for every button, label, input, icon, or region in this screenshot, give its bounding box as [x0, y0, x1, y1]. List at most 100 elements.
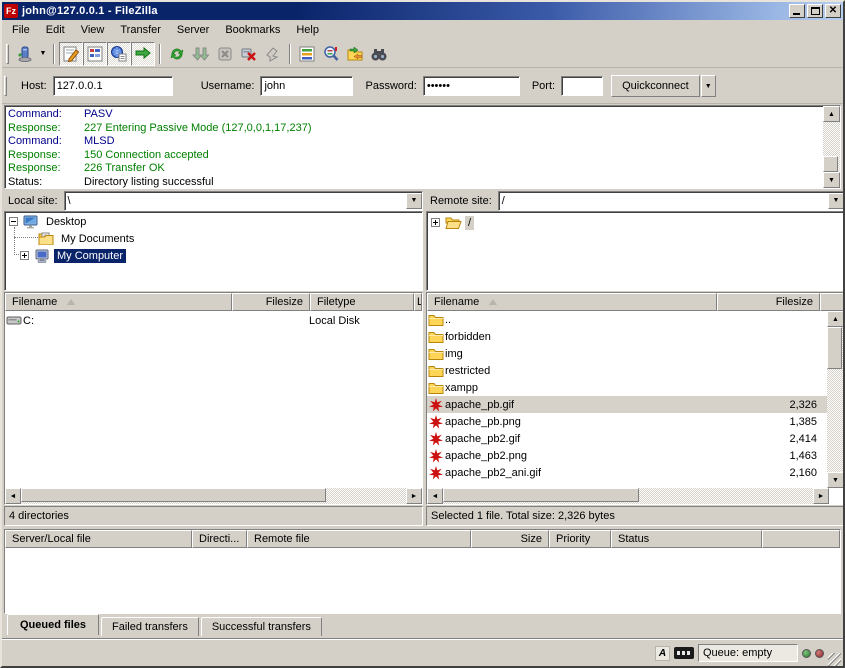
scroll-left-icon[interactable]: ◄	[427, 488, 443, 504]
tree-item-desktop[interactable]: Desktop	[9, 213, 89, 230]
directory-comparison-button[interactable]	[319, 42, 343, 66]
menu-file[interactable]: File	[4, 22, 38, 38]
site-manager-button[interactable]	[13, 42, 37, 66]
quickconnect-gripper[interactable]	[4, 76, 7, 96]
remote-horizontal-scrollbar[interactable]: ◄ ►	[427, 488, 829, 504]
send-activity-led-icon	[802, 649, 811, 658]
host-input[interactable]	[53, 76, 173, 96]
queue-column-server-local-file[interactable]: Server/Local file	[5, 530, 192, 548]
maximize-button[interactable]	[807, 4, 823, 18]
open-folder-icon	[444, 216, 462, 229]
menu-bookmarks[interactable]: Bookmarks	[217, 22, 288, 38]
tab-failed-transfers[interactable]: Failed transfers	[101, 617, 199, 636]
toggle-message-log-button[interactable]	[59, 42, 83, 66]
local-directory-tree[interactable]: Desktop My Documents My Computer	[4, 211, 423, 291]
local-hscroll-thumb[interactable]	[21, 488, 326, 502]
synchronized-browsing-button[interactable]	[343, 42, 367, 66]
queue-column-remote-file[interactable]: Remote file	[247, 530, 471, 548]
chevron-down-icon[interactable]: ▼	[828, 193, 844, 209]
expand-icon[interactable]	[431, 218, 440, 227]
cancel-operation-button[interactable]	[213, 42, 237, 66]
process-queue-icon	[192, 45, 210, 63]
reconnect-button[interactable]	[261, 42, 285, 66]
tree-item-root[interactable]: /	[431, 214, 474, 231]
menu-transfer[interactable]: Transfer	[112, 22, 169, 38]
queue-body[interactable]	[5, 548, 840, 613]
expand-icon[interactable]	[20, 251, 29, 260]
remote-file-row-selected[interactable]: apache_pb.gif2,326	[427, 396, 827, 413]
local-column-filename[interactable]: Filename	[5, 293, 232, 311]
toggle-local-tree-button[interactable]	[83, 42, 107, 66]
remote-site-combo[interactable]: / ▼	[498, 191, 845, 211]
local-column-filetype[interactable]: Filetype	[310, 293, 414, 311]
remote-folder-row[interactable]: restricted	[427, 362, 827, 379]
remote-column-filesize[interactable]: Filesize	[717, 293, 820, 311]
menu-server[interactable]: Server	[169, 22, 217, 38]
username-input[interactable]	[260, 76, 353, 96]
disconnect-button[interactable]	[237, 42, 261, 66]
scroll-right-icon[interactable]: ►	[406, 488, 422, 504]
local-file-row[interactable]: C: Local Disk	[5, 312, 422, 329]
scroll-right-icon[interactable]: ►	[813, 488, 829, 504]
close-button[interactable]: ✕	[825, 4, 841, 18]
queue-column-size[interactable]: Size	[471, 530, 549, 548]
site-manager-dropdown[interactable]: ▼	[37, 42, 49, 66]
scroll-up-icon[interactable]: ▲	[823, 106, 840, 122]
remote-vertical-scrollbar[interactable]: ▲ ▼	[827, 311, 844, 488]
transfer-type-indicator-icon: A	[655, 646, 670, 661]
local-site-combo[interactable]: \ ▼	[64, 191, 423, 211]
log-scrollbar[interactable]: ▲ ▼	[823, 106, 840, 188]
remote-folder-row[interactable]: ..	[427, 311, 827, 328]
refresh-button[interactable]	[165, 42, 189, 66]
remote-file-rows[interactable]: .. forbidden img restricted xampp apache…	[427, 311, 827, 488]
remote-file-row[interactable]: apache_pb2_ani.gif2,160	[427, 464, 827, 481]
process-queue-button[interactable]	[189, 42, 213, 66]
local-tree-icon	[86, 45, 104, 63]
local-column-filesize[interactable]: Filesize	[232, 293, 310, 311]
chevron-down-icon[interactable]: ▼	[406, 193, 422, 209]
remote-file-row[interactable]: apache_pb.png1,385	[427, 413, 827, 430]
minimize-button[interactable]	[789, 4, 805, 18]
remote-vscroll-thumb[interactable]	[827, 327, 842, 369]
password-input[interactable]	[423, 76, 520, 96]
queue-column-status[interactable]: Status	[611, 530, 762, 548]
quickconnect-button[interactable]: Quickconnect	[611, 75, 700, 97]
local-column-last-modified[interactable]: L	[414, 293, 422, 311]
scroll-left-icon[interactable]: ◄	[5, 488, 21, 504]
remote-folder-row[interactable]: img	[427, 345, 827, 362]
toolbar: ▼	[2, 40, 843, 68]
collapse-icon[interactable]	[9, 217, 18, 226]
message-log-icon	[62, 45, 80, 63]
remote-file-row[interactable]: apache_pb2.png1,463	[427, 447, 827, 464]
log-scroll-thumb[interactable]	[823, 156, 838, 172]
port-input[interactable]	[561, 76, 603, 96]
remote-directory-tree[interactable]: /	[426, 211, 845, 291]
remote-folder-row[interactable]: forbidden	[427, 328, 827, 345]
menu-edit[interactable]: Edit	[38, 22, 73, 38]
remote-file-row[interactable]: apache_pb2.gif2,414	[427, 430, 827, 447]
scroll-down-icon[interactable]: ▼	[827, 472, 844, 488]
remote-column-filename[interactable]: Filename	[427, 293, 717, 311]
menu-view[interactable]: View	[73, 22, 113, 38]
quickconnect-dropdown[interactable]: ▼	[701, 75, 716, 97]
toggle-transfer-queue-button[interactable]	[131, 42, 155, 66]
toolbar-gripper[interactable]	[6, 44, 9, 64]
toggle-remote-tree-button[interactable]	[107, 42, 131, 66]
scroll-down-icon[interactable]: ▼	[823, 172, 840, 188]
tree-item-my-computer[interactable]: My Computer	[20, 247, 126, 264]
tree-item-my-documents[interactable]: My Documents	[37, 230, 137, 247]
tab-successful-transfers[interactable]: Successful transfers	[201, 617, 322, 636]
local-file-rows[interactable]: C: Local Disk	[5, 311, 422, 488]
local-horizontal-scrollbar[interactable]: ◄ ►	[5, 488, 422, 504]
tab-queued-files[interactable]: Queued files	[7, 614, 99, 635]
queue-column-direction[interactable]: Directi...	[192, 530, 247, 548]
titlebar[interactable]: Fz john@127.0.0.1 - FileZilla ✕	[2, 2, 843, 20]
resize-grip[interactable]	[828, 653, 841, 666]
filter-button[interactable]	[295, 42, 319, 66]
menu-help[interactable]: Help	[288, 22, 327, 38]
remote-hscroll-thumb[interactable]	[443, 488, 639, 502]
queue-column-priority[interactable]: Priority	[549, 530, 611, 548]
scroll-up-icon[interactable]: ▲	[827, 311, 844, 327]
remote-folder-row[interactable]: xampp	[427, 379, 827, 396]
find-files-button[interactable]	[367, 42, 391, 66]
